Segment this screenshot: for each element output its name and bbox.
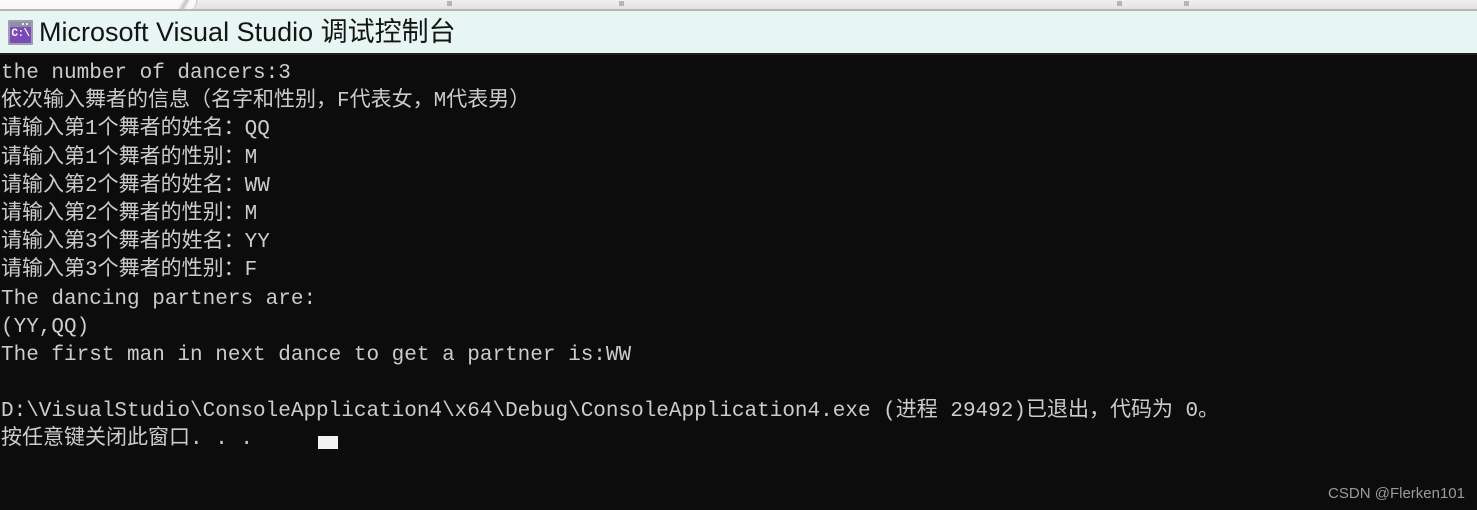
console-line: 请输入第3个舞者的姓名：YY xyxy=(1,231,270,255)
console-line: The first man in next dance to get a par… xyxy=(1,343,632,367)
console-line: D:\VisualStudio\ConsoleApplication4\x64\… xyxy=(1,400,1220,424)
tab-strip xyxy=(0,0,1477,11)
console-line: 请输入第3个舞者的性别：F xyxy=(1,259,258,283)
console-window: C:\ Microsoft Visual Studio 调试控制台 the nu… xyxy=(0,0,1477,510)
icon-dot xyxy=(22,22,24,25)
console-output-area[interactable]: the number of dancers:3 依次输入舞者的信息（名字和性别，F… xyxy=(0,57,1477,510)
watermark: CSDN @Flerken101 xyxy=(1328,485,1465,502)
tab-tick xyxy=(619,1,624,6)
tab-tick xyxy=(1117,1,1122,6)
title-bar[interactable]: C:\ Microsoft Visual Studio 调试控制台 xyxy=(0,11,1477,55)
icon-dot xyxy=(26,22,28,25)
text-cursor xyxy=(318,436,338,449)
console-line: 按任意键关闭此窗口. . . xyxy=(1,428,254,452)
console-line: 请输入第1个舞者的性别：M xyxy=(1,146,258,170)
console-line: (YY,QQ) xyxy=(1,315,90,339)
icon-prompt-glyph: C:\ xyxy=(11,27,30,40)
console-line: 请输入第1个舞者的姓名：QQ xyxy=(1,118,270,142)
console-line: the number of dancers:3 xyxy=(1,62,291,85)
console-line: 请输入第2个舞者的姓名：WW xyxy=(1,174,270,198)
tab-tick xyxy=(1184,1,1189,6)
console-line: 依次输入舞者的信息（名字和性别，F代表女，M代表男） xyxy=(1,90,531,114)
console-lines: the number of dancers:3 依次输入舞者的信息（名字和性别，F… xyxy=(1,60,1477,455)
console-app-icon: C:\ xyxy=(8,19,33,45)
console-line: 请输入第2个舞者的性别：M xyxy=(1,202,258,226)
tab-tick xyxy=(447,1,452,6)
console-line: The dancing partners are: xyxy=(1,287,317,311)
window-title: Microsoft Visual Studio 调试控制台 xyxy=(39,17,456,47)
